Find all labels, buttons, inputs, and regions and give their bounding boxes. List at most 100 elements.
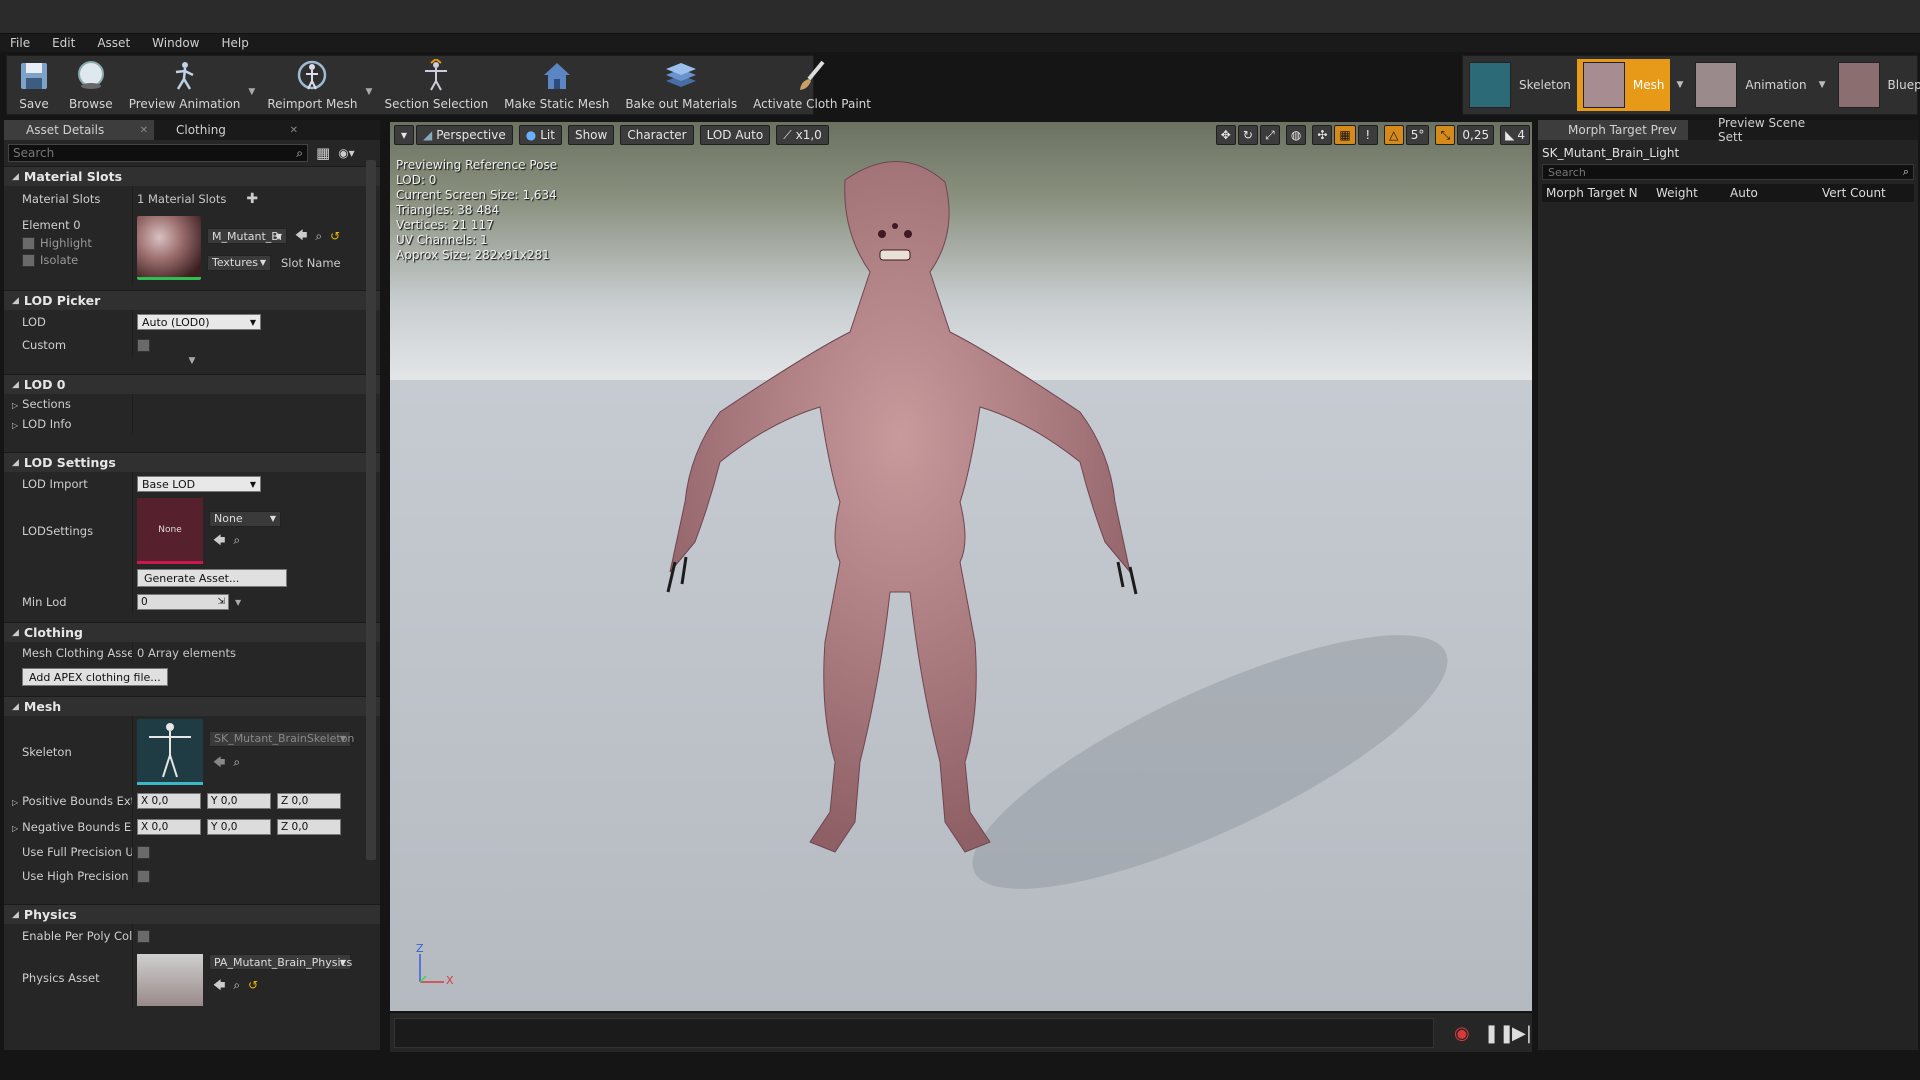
mesh-section[interactable]: ◢ Mesh [4, 696, 380, 716]
camera-speed-button[interactable]: ◣ 4 [1500, 125, 1530, 145]
expand-icon[interactable]: ▷ [12, 798, 18, 807]
browse-search-icon[interactable]: ⌕ [233, 755, 240, 769]
lodsettings-combo[interactable]: None ▼ [209, 510, 281, 527]
negative-bounds-y[interactable]: Y 0,0 [207, 819, 271, 835]
character-button[interactable]: Character [620, 125, 694, 145]
tab-asset-details[interactable]: Asset Details ✕ [4, 120, 154, 140]
use-selected-arrow-icon[interactable]: 🡄 [295, 226, 307, 247]
translate-mode-icon[interactable]: ✥ [1215, 125, 1236, 145]
menu-asset[interactable]: Asset [97, 36, 130, 50]
property-matrix-icon[interactable]: ▦ [316, 144, 330, 162]
chevron-down-icon[interactable]: ▼ [235, 598, 241, 607]
perspective-button[interactable]: ◢ Perspective [416, 125, 513, 145]
preview-viewport[interactable]: ▾ ◢ Perspective ● Lit Show Character LOD A… [390, 122, 1532, 1011]
lod-picker-section[interactable]: ◢ LOD Picker [4, 290, 380, 310]
menu-file[interactable]: File [10, 36, 30, 50]
section-selection-button[interactable]: Section Selection [376, 56, 496, 114]
physics-section[interactable]: ◢ Physics [4, 904, 380, 924]
reimport-mesh-button[interactable]: Reimport Mesh [259, 56, 365, 114]
show-button[interactable]: Show [567, 125, 615, 145]
morph-search-input[interactable]: Search ⌕ [1542, 164, 1914, 180]
step-forward-icon[interactable]: ▶| [1512, 1023, 1532, 1044]
browse-search-icon[interactable]: ⌕ [233, 978, 240, 992]
mesh-dropdown-icon[interactable]: ▼ [1676, 80, 1683, 90]
rotation-snap-icon[interactable]: △ [1383, 125, 1404, 145]
add-apex-clothing-button[interactable]: Add APEX clothing file... [22, 668, 168, 686]
physics-asset-thumbnail[interactable] [137, 954, 203, 1006]
clothing-section[interactable]: ◢ Clothing [4, 622, 380, 642]
expand-advanced-icon[interactable]: ▼ [4, 356, 380, 370]
positive-bounds-x[interactable]: X 0,0 [137, 793, 201, 809]
save-button[interactable]: Save [7, 56, 61, 114]
use-selected-arrow-icon[interactable]: 🡄 [213, 533, 225, 547]
min-lod-input[interactable]: 0 ⇲ [137, 594, 229, 610]
playback-speed-button[interactable]: ⟋ x1,0 [776, 125, 829, 145]
sections-row[interactable]: ▷ Sections [4, 394, 380, 414]
tab-morph-target-preview[interactable]: Morph Target Prev [1538, 120, 1688, 140]
skeleton-thumbnail[interactable] [137, 719, 203, 785]
custom-checkbox[interactable] [137, 338, 150, 352]
reset-icon[interactable]: ↺ [248, 978, 258, 992]
generate-asset-button[interactable]: Generate Asset... [137, 569, 287, 587]
blueprint-mode-button[interactable]: Blueprint [1832, 59, 1920, 111]
column-weight[interactable]: Weight [1652, 186, 1726, 200]
column-morph-target-name[interactable]: Morph Target N [1542, 186, 1652, 200]
tab-clothing[interactable]: Clothing ✕ [154, 120, 304, 140]
lod0-section[interactable]: ◢ LOD 0 [4, 374, 380, 394]
material-slots-section[interactable]: ◢ Material Slots [4, 166, 380, 186]
skeleton-mode-button[interactable]: Skeleton [1463, 59, 1577, 111]
lod-auto-button[interactable]: LOD Auto [699, 125, 771, 145]
animation-dropdown-icon[interactable]: ▼ [1819, 80, 1826, 90]
timeline-scrubber[interactable] [394, 1018, 1434, 1048]
lod-info-row[interactable]: ▷ LOD Info [4, 414, 380, 434]
rotation-snap-value[interactable]: 5° [1405, 125, 1430, 145]
tab-preview-scene-settings[interactable]: Preview Scene Sett [1688, 116, 1838, 144]
per-poly-checkbox[interactable] [137, 929, 150, 943]
grid-size-icon[interactable]: ! [1357, 125, 1378, 145]
reset-icon[interactable]: ↺ [330, 229, 340, 243]
menu-edit[interactable]: Edit [52, 36, 75, 50]
animation-mode-button[interactable]: Animation [1689, 59, 1812, 111]
rotate-mode-icon[interactable]: ↻ [1237, 125, 1258, 145]
browse-search-icon[interactable]: ⌕ [233, 533, 240, 547]
positive-bounds-z[interactable]: Z 0,0 [277, 793, 341, 809]
record-icon[interactable]: ◉ [1454, 1023, 1470, 1044]
lod-combo[interactable]: Auto (LOD0) ▼ [137, 314, 261, 330]
expand-icon[interactable]: ▷ [12, 824, 18, 833]
full-precision-uv-checkbox[interactable] [137, 845, 150, 859]
browse-button[interactable]: Browse [61, 56, 121, 114]
character-mesh[interactable] [390, 122, 1532, 1011]
world-space-icon[interactable]: ◍ [1285, 125, 1307, 145]
mesh-mode-button[interactable]: Mesh [1576, 59, 1671, 111]
scale-mode-icon[interactable]: ⤢ [1259, 125, 1280, 145]
scale-snap-value[interactable]: 0,25 [1457, 125, 1495, 145]
lit-button[interactable]: ● Lit [518, 125, 562, 145]
add-icon[interactable]: ✚ [246, 191, 258, 207]
bake-out-materials-button[interactable]: Bake out Materials [617, 56, 745, 114]
skeleton-combo[interactable]: SK_Mutant_BrainSkeleton ▼ [209, 730, 354, 747]
isolate-checkbox[interactable] [22, 253, 35, 267]
details-scrollbar[interactable] [366, 160, 376, 860]
close-icon[interactable]: ✕ [140, 125, 148, 136]
reimport-dropdown-icon[interactable]: ▼ [366, 56, 373, 114]
use-selected-arrow-icon[interactable]: 🡄 [213, 755, 225, 769]
browse-search-icon[interactable]: ⌕ [315, 229, 322, 244]
grid-snap-icon[interactable]: ▦ [1334, 125, 1356, 145]
preview-animation-button[interactable]: Preview Animation [121, 56, 249, 114]
textures-combo[interactable]: Textures ▼ [207, 254, 271, 271]
material-combo[interactable]: M_Mutant_Bı ▼ [207, 228, 287, 244]
lod-import-combo[interactable]: Base LOD ▼ [137, 476, 261, 492]
physics-asset-combo[interactable]: PA_Mutant_Brain_Physics ▼ [209, 954, 352, 970]
material-thumbnail[interactable] [137, 216, 201, 280]
positive-bounds-y[interactable]: Y 0,0 [207, 793, 271, 809]
column-auto[interactable]: Auto [1726, 186, 1818, 200]
pause-icon[interactable]: ❚❚ [1484, 1023, 1514, 1044]
negative-bounds-x[interactable]: X 0,0 [137, 819, 201, 835]
make-static-mesh-button[interactable]: Make Static Mesh [496, 56, 617, 114]
lodsettings-thumbnail[interactable]: None [137, 498, 203, 564]
highlight-checkbox[interactable] [22, 236, 35, 250]
negative-bounds-z[interactable]: Z 0,0 [277, 819, 341, 835]
eye-icon[interactable]: ◉▾ [338, 146, 355, 160]
activate-cloth-paint-button[interactable]: Activate Cloth Paint [745, 56, 879, 114]
high-precision-checkbox[interactable] [137, 869, 150, 883]
